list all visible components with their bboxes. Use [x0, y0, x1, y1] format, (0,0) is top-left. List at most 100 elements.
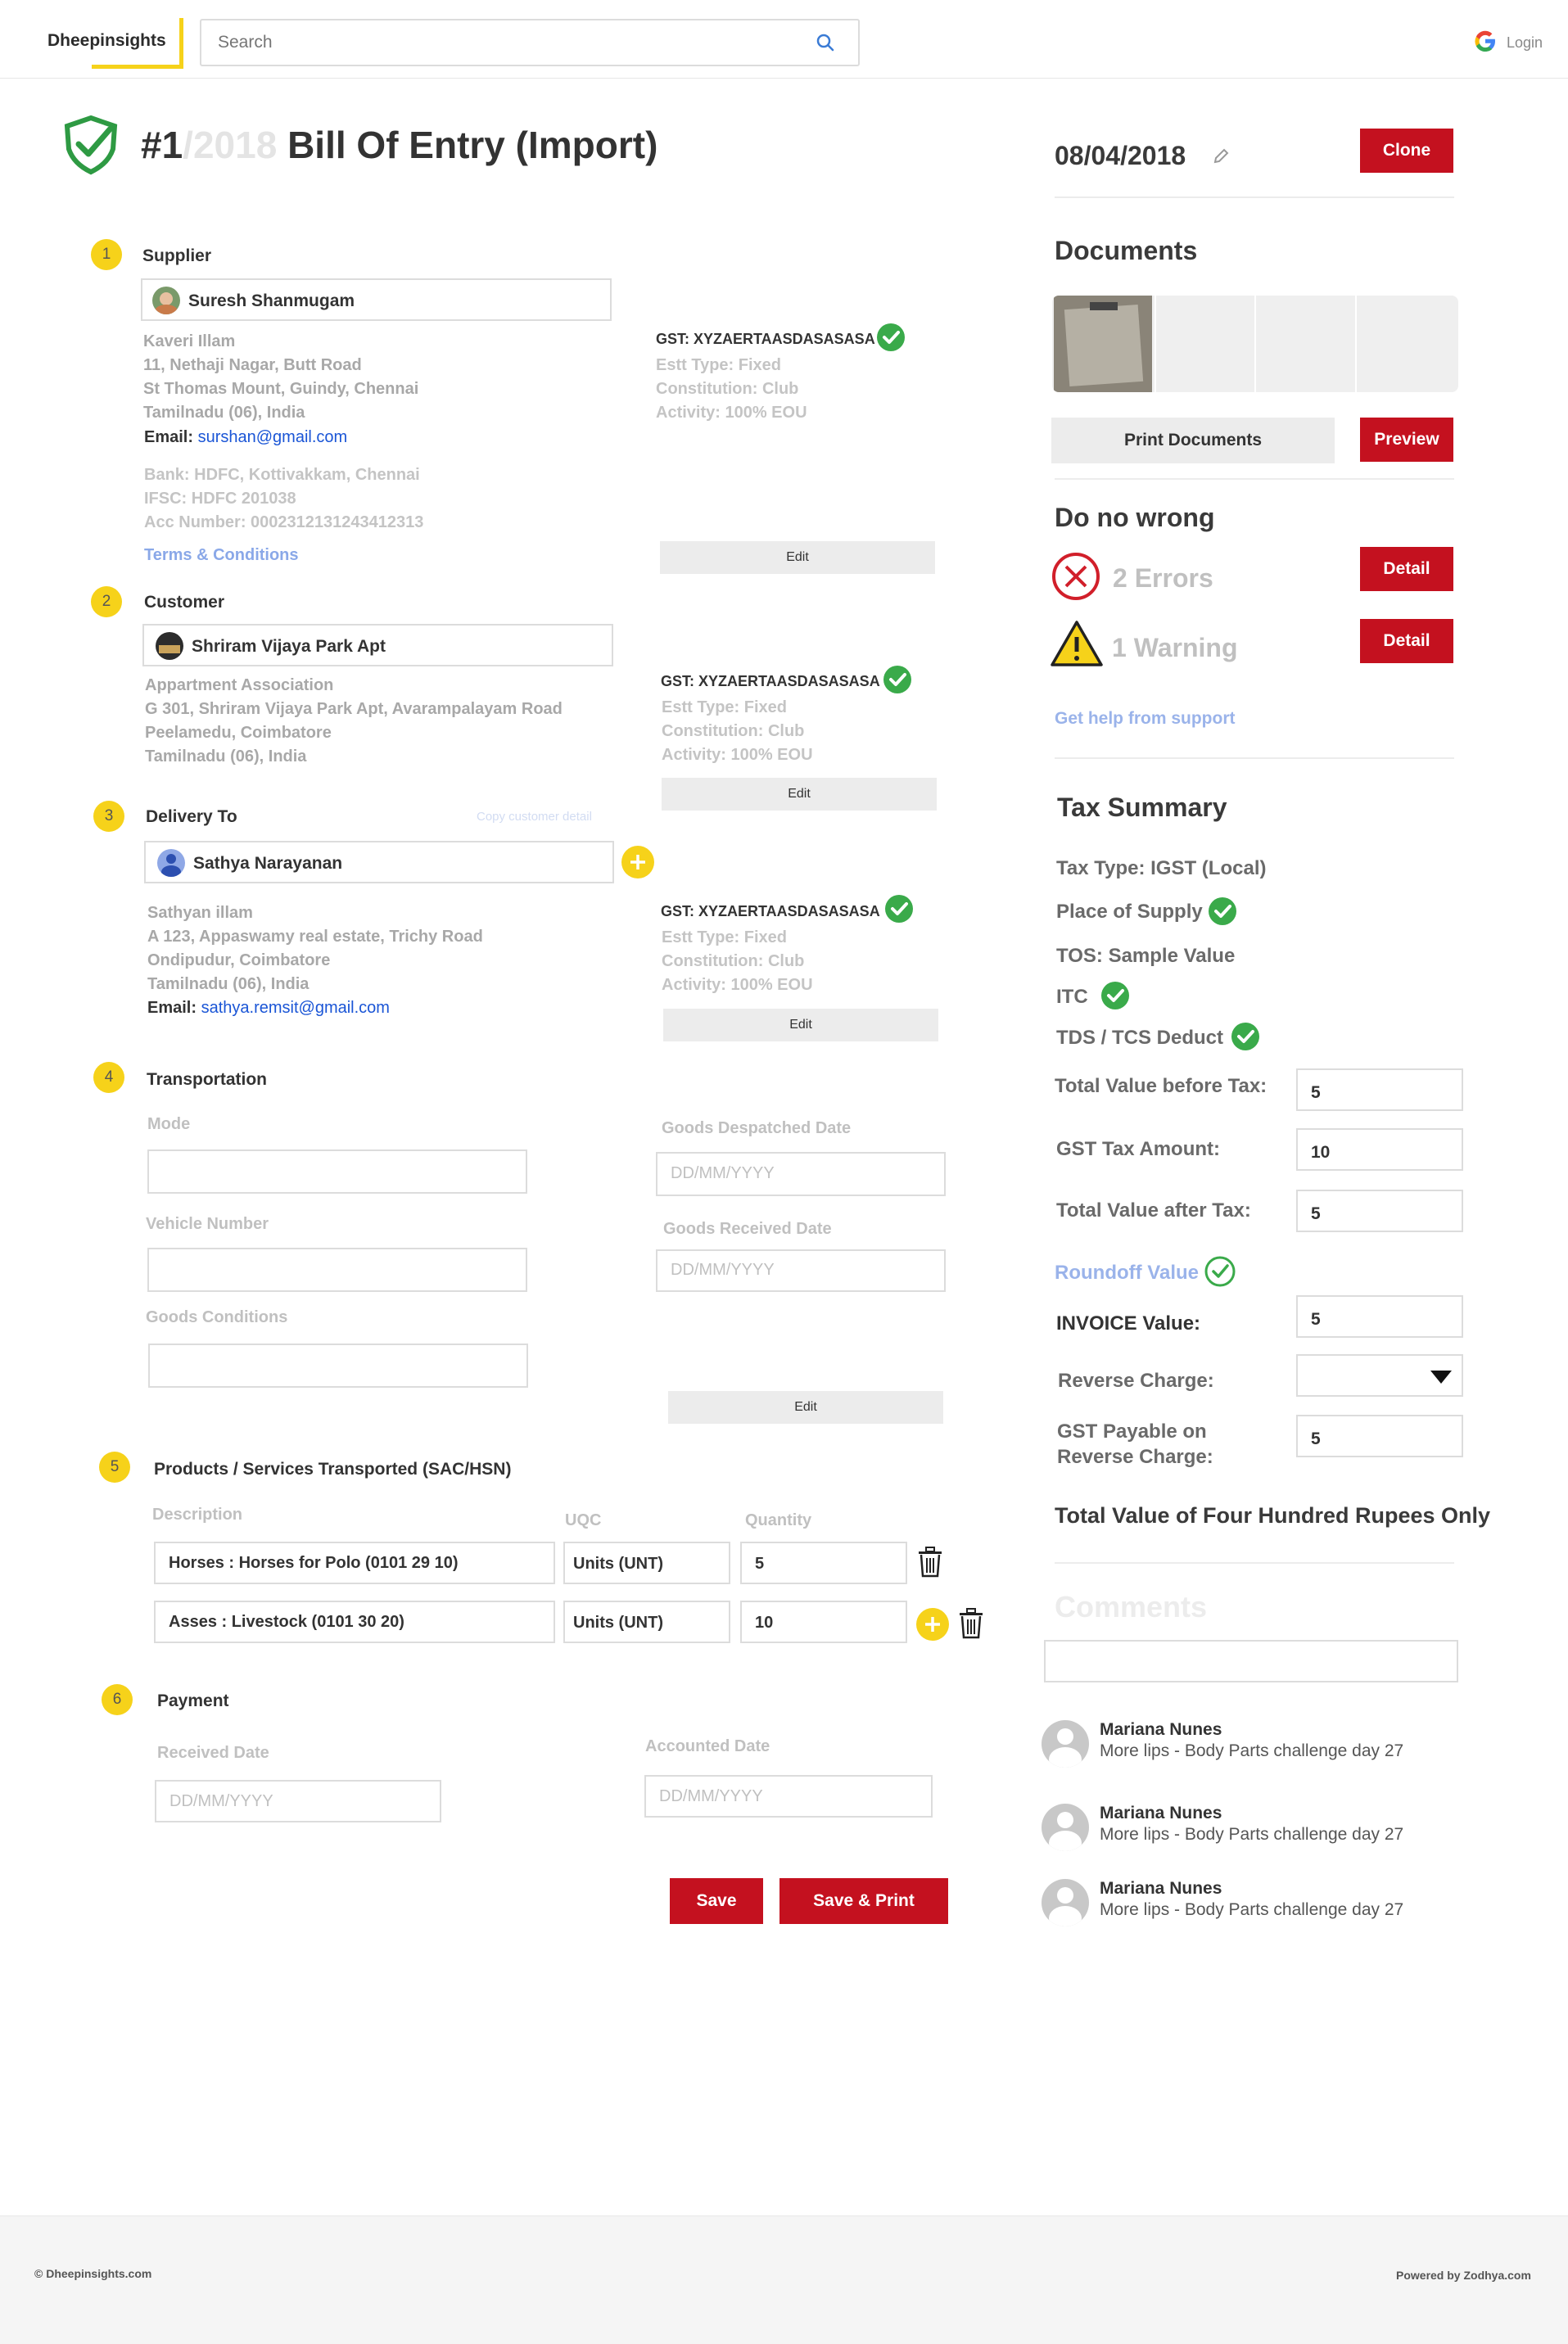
place-of-supply: Place of Supply: [1056, 901, 1203, 923]
before-tax-input[interactable]: 5: [1296, 1068, 1463, 1111]
product-row-1-uqc[interactable]: Units (UNT): [563, 1542, 730, 1584]
mode-input[interactable]: [147, 1149, 527, 1194]
conditions-input[interactable]: [148, 1344, 528, 1388]
check-circle-outline-icon: [1204, 1256, 1236, 1287]
gst-amount-input[interactable]: 10: [1296, 1128, 1463, 1171]
gst-payable-input[interactable]: 5: [1296, 1415, 1463, 1457]
caret-down-icon: [1430, 1371, 1452, 1384]
delivery-address: Sathyan illam A 123, Appaswamy real esta…: [147, 904, 483, 993]
received-label: Goods Received Date: [663, 1220, 832, 1238]
invoice-value-input[interactable]: 5: [1296, 1295, 1463, 1338]
search-box[interactable]: [200, 19, 860, 66]
payment-accounted-date-input[interactable]: DD/MM/YYYY: [644, 1775, 933, 1818]
vehicle-input[interactable]: [147, 1248, 527, 1292]
copy-customer-link[interactable]: Copy customer detail: [477, 810, 592, 824]
terms-link[interactable]: Terms & Conditions: [144, 546, 299, 565]
delivery-email-row: Email: sathya.remsit@gmail.com: [147, 999, 390, 1017]
received-date-input[interactable]: DD/MM/YYYY: [656, 1249, 946, 1292]
divider: [1055, 757, 1454, 759]
tax-type: Tax Type: IGST (Local): [1056, 857, 1267, 879]
supplier-edit-button[interactable]: Edit: [660, 541, 935, 574]
search-icon[interactable]: [816, 33, 835, 52]
tds-tcs-label: TDS / TCS Deduct: [1056, 1027, 1224, 1049]
comment-author: Mariana Nunes: [1100, 1804, 1222, 1822]
delivery-avatar: [157, 849, 185, 877]
transport-edit-button[interactable]: Edit: [668, 1391, 943, 1424]
error-icon: [1052, 553, 1100, 600]
step-3-badge: 3: [93, 801, 124, 832]
despatched-label: Goods Despatched Date: [662, 1119, 852, 1137]
col-description: Description: [152, 1506, 243, 1524]
product-row-2-uqc[interactable]: Units (UNT): [563, 1601, 730, 1643]
save-button[interactable]: Save: [670, 1878, 763, 1924]
gst-amount-label: GST Tax Amount:: [1056, 1138, 1220, 1160]
total-in-words: Total Value of Four Hundred Rupees Only: [1055, 1503, 1491, 1528]
document-thumbnail[interactable]: [1054, 296, 1152, 392]
divider: [1055, 478, 1454, 480]
step-6-badge: 6: [102, 1684, 133, 1715]
supplier-address: Kaveri Illam 11, Nethaji Nagar, Butt Roa…: [143, 332, 419, 422]
comment-text: More lips - Body Parts challenge day 27: [1100, 1900, 1404, 1919]
delivery-gst: GST: XYZAERTAASDASASASA: [661, 903, 880, 919]
supplier-email[interactable]: surshan@gmail.com: [198, 428, 348, 446]
product-row-2-description[interactable]: Asses : Livestock (0101 30 20): [154, 1601, 555, 1643]
trash-icon[interactable]: [956, 1607, 986, 1640]
delivery-gst-details: Estt Type: Fixed Constitution: Club Acti…: [662, 928, 813, 994]
errors-detail-button[interactable]: Detail: [1360, 547, 1453, 591]
conditions-label: Goods Conditions: [146, 1308, 288, 1326]
vehicle-label: Vehicle Number: [146, 1215, 269, 1233]
product-row-1-description[interactable]: Horses : Horses for Polo (0101 29 10): [154, 1542, 555, 1584]
supplier-select[interactable]: Suresh Shanmugam: [141, 278, 612, 321]
save-print-button[interactable]: Save & Print: [779, 1878, 948, 1924]
customer-edit-button[interactable]: Edit: [662, 778, 937, 811]
search-input[interactable]: [201, 20, 775, 65]
check-circle-icon: [883, 666, 911, 693]
help-support-link[interactable]: Get help from support: [1055, 709, 1236, 729]
before-tax-label: Total Value before Tax:: [1055, 1075, 1268, 1097]
footer-copyright: © Dheepinsights.com: [34, 2267, 152, 2280]
products-heading: Products / Services Transported (SAC/HSN…: [154, 1460, 512, 1479]
warning-icon: [1051, 621, 1103, 666]
footer: © Dheepinsights.com Powered by Zodhya.co…: [0, 2215, 1568, 2344]
reverse-charge-select[interactable]: [1296, 1354, 1463, 1397]
after-tax-input[interactable]: 5: [1296, 1190, 1463, 1232]
warnings-detail-button[interactable]: Detail: [1360, 619, 1453, 663]
tos-value: TOS: Sample Value: [1056, 945, 1236, 967]
doc-type: Bill Of Entry (Import): [287, 124, 658, 166]
check-circle-icon: [1231, 1023, 1259, 1050]
reverse-charge-label: Reverse Charge:: [1058, 1370, 1214, 1392]
supplier-bank: Bank: HDFC, Kottivakkam, Chennai IFSC: H…: [144, 466, 424, 531]
comment-input[interactable]: [1044, 1640, 1458, 1682]
print-documents-button[interactable]: Print Documents: [1051, 418, 1335, 463]
tax-heading: Tax Summary: [1057, 793, 1227, 822]
brand-logo[interactable]: Dheepinsights: [47, 31, 166, 51]
footer-powered-by[interactable]: Powered by Zodhya.com: [1396, 2269, 1531, 2282]
supplier-gst: GST: XYZAERTAASDASASASA: [656, 331, 875, 347]
add-delivery-icon[interactable]: [621, 845, 655, 879]
preview-button[interactable]: Preview: [1360, 418, 1453, 462]
add-product-icon[interactable]: [915, 1607, 950, 1642]
google-icon[interactable]: [1471, 26, 1500, 56]
delivery-select[interactable]: Sathya Narayanan: [144, 841, 614, 883]
checks-heading: Do no wrong: [1055, 503, 1215, 532]
trash-icon[interactable]: [915, 1546, 945, 1578]
shield-check-icon: [64, 115, 118, 175]
after-tax-label: Total Value after Tax:: [1056, 1199, 1251, 1222]
customer-select[interactable]: Shriram Vijaya Park Apt: [142, 624, 613, 666]
login-link[interactable]: Login: [1507, 34, 1543, 52]
roundoff-link[interactable]: Roundoff Value: [1055, 1262, 1199, 1285]
pencil-icon[interactable]: [1212, 147, 1230, 165]
avatar: [1042, 1720, 1089, 1768]
delivery-email[interactable]: sathya.remsit@gmail.com: [201, 999, 390, 1017]
avatar: [1042, 1804, 1089, 1851]
documents-heading: Documents: [1055, 236, 1198, 265]
payment-received-date-input[interactable]: DD/MM/YYYY: [155, 1780, 441, 1822]
despatched-date-input[interactable]: DD/MM/YYYY: [656, 1152, 946, 1196]
clone-button[interactable]: Clone: [1360, 129, 1453, 173]
warnings-count: 1 Warning: [1112, 633, 1238, 662]
supplier-name: Suresh Shanmugam: [188, 291, 355, 310]
document-thumbnails: [1052, 296, 1458, 392]
delivery-edit-button[interactable]: Edit: [663, 1009, 938, 1041]
product-row-2-quantity[interactable]: 10: [740, 1601, 907, 1643]
product-row-1-quantity[interactable]: 5: [740, 1542, 907, 1584]
